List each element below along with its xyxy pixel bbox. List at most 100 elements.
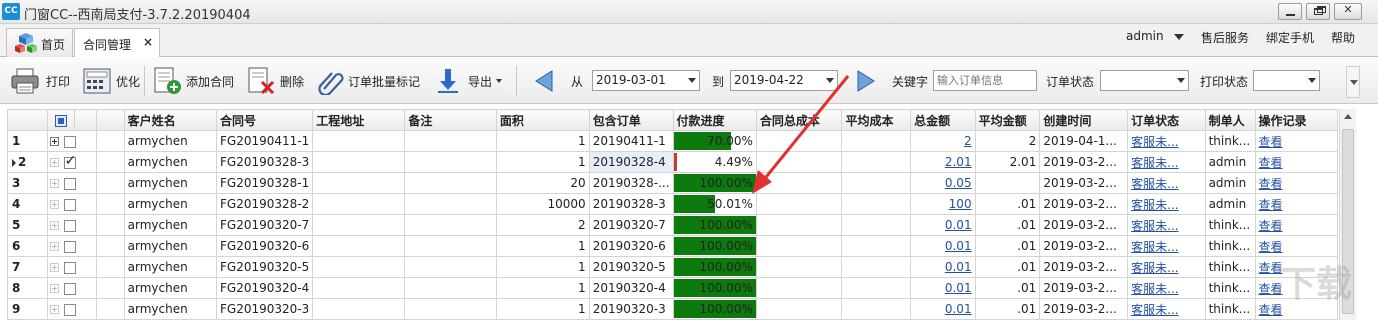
- cell-status[interactable]: 客服未...: [1127, 235, 1206, 257]
- cell-total-amount-link[interactable]: 100: [949, 197, 972, 211]
- cell-log-link[interactable]: 查看: [1259, 177, 1283, 191]
- delete-button[interactable]: 删除: [246, 58, 306, 104]
- cell-status[interactable]: 客服未...: [1127, 172, 1206, 194]
- cell-status[interactable]: 客服未...: [1127, 130, 1206, 152]
- prev-arrow-icon[interactable]: [534, 70, 554, 92]
- cell-status[interactable]: 客服未...: [1127, 151, 1206, 173]
- batch-mark-button[interactable]: 订单批量标记: [316, 58, 426, 104]
- row-expander-cell[interactable]: [46, 235, 98, 257]
- expand-icon[interactable]: [49, 200, 59, 209]
- col-header-avg-cost[interactable]: 平均成本: [841, 109, 912, 131]
- cell-total-amount-link[interactable]: 0.01: [945, 260, 972, 274]
- cell-total-amount-link[interactable]: 0.01: [945, 302, 972, 316]
- export-button[interactable]: 导出: [434, 58, 508, 104]
- expand-icon[interactable]: [49, 221, 59, 230]
- table-row[interactable]: 6 armychen FG20190320-6 1 20190320-6 100.00% 0…: [7, 235, 1338, 257]
- col-header-address[interactable]: 工程地址: [312, 109, 406, 131]
- cell-total-amount[interactable]: 0.05: [910, 172, 976, 194]
- cell-log-link[interactable]: 查看: [1259, 303, 1283, 317]
- table-row[interactable]: 9 armychen FG20190320-3 1 20190320-3 100.00% 0…: [7, 298, 1338, 320]
- order-status-select[interactable]: [1100, 70, 1189, 91]
- row-checkbox[interactable]: [63, 219, 76, 232]
- cell-total-amount[interactable]: 100: [910, 193, 976, 215]
- cell-total-amount-link[interactable]: 0.01: [945, 239, 972, 253]
- expand-icon[interactable]: [49, 242, 59, 251]
- print-status-select[interactable]: [1253, 70, 1320, 91]
- optimize-button[interactable]: 优化: [82, 58, 142, 104]
- row-checkbox[interactable]: [63, 198, 76, 211]
- cell-log-link[interactable]: 查看: [1259, 135, 1283, 149]
- cell-total-amount-link[interactable]: 0.01: [945, 218, 972, 232]
- row-checkbox[interactable]: [63, 240, 76, 253]
- next-arrow-icon[interactable]: [856, 70, 876, 92]
- expand-icon[interactable]: [49, 284, 59, 293]
- scroll-up-icon[interactable]: [1344, 114, 1352, 119]
- cell-status[interactable]: 客服未...: [1127, 214, 1206, 236]
- table-row[interactable]: 7 armychen FG20190320-5 1 20190320-5 100.00% 0…: [7, 256, 1338, 278]
- cell-total-amount-link[interactable]: 2: [964, 134, 972, 148]
- print-button[interactable]: 打印: [10, 58, 72, 104]
- cell-total-amount-link[interactable]: 0.01: [945, 281, 972, 295]
- expand-icon[interactable]: [49, 158, 59, 167]
- select-all-checkbox[interactable]: [54, 114, 67, 127]
- col-header-maker[interactable]: 制单人: [1204, 109, 1256, 131]
- row-checkbox[interactable]: [63, 135, 76, 148]
- cell-log[interactable]: 查看: [1254, 235, 1338, 257]
- cell-log[interactable]: 查看: [1254, 172, 1338, 194]
- bind-phone-link[interactable]: 绑定手机: [1266, 29, 1314, 46]
- from-date-picker[interactable]: 2019-03-01: [592, 70, 700, 91]
- cell-total-amount[interactable]: 0.01: [910, 298, 976, 320]
- tab-close-icon[interactable]: ×: [143, 35, 153, 49]
- cell-total-amount-link[interactable]: 2.01: [945, 155, 972, 169]
- add-contract-button[interactable]: 添加合同: [152, 58, 236, 104]
- cell-log-link[interactable]: 查看: [1259, 156, 1283, 170]
- user-menu[interactable]: admin: [1126, 29, 1184, 43]
- cell-status-link[interactable]: 客服未...: [1131, 240, 1178, 254]
- cell-log-link[interactable]: 查看: [1259, 261, 1283, 275]
- cell-total-amount-link[interactable]: 0.05: [945, 176, 972, 190]
- col-header-note[interactable]: 备注: [404, 109, 497, 131]
- tab-contract-management[interactable]: 合同管理 ×: [74, 28, 160, 57]
- table-row[interactable]: 5 armychen FG20190320-7 2 20190320-7 100.00% 0…: [7, 214, 1338, 236]
- row-expander-cell[interactable]: [46, 298, 98, 320]
- help-link[interactable]: 帮助: [1331, 29, 1355, 46]
- row-checkbox[interactable]: [63, 303, 76, 316]
- cell-status-link[interactable]: 客服未...: [1131, 177, 1178, 191]
- row-expander-cell[interactable]: [46, 193, 98, 215]
- row-expander-cell[interactable]: [46, 277, 98, 299]
- col-header-orders[interactable]: 包含订单: [588, 109, 674, 131]
- row-expander-cell[interactable]: [46, 214, 98, 236]
- row-expander-cell[interactable]: [46, 130, 98, 152]
- cell-log[interactable]: 查看: [1254, 130, 1338, 152]
- cell-log-link[interactable]: 查看: [1259, 282, 1283, 296]
- row-checkbox[interactable]: [63, 261, 76, 274]
- cell-status[interactable]: 客服未...: [1127, 193, 1206, 215]
- maximize-button[interactable]: [1306, 3, 1330, 20]
- cell-total-amount[interactable]: 0.01: [910, 256, 976, 278]
- keyword-input[interactable]: [933, 70, 1037, 91]
- row-checkbox[interactable]: [63, 177, 76, 190]
- row-checkbox[interactable]: [63, 153, 76, 169]
- cell-status[interactable]: 客服未...: [1127, 256, 1206, 278]
- expand-icon[interactable]: [49, 305, 59, 314]
- col-header-log[interactable]: 操作记录: [1254, 109, 1338, 131]
- header-select-all[interactable]: [46, 109, 76, 131]
- col-header-avg-amount[interactable]: 平均金额: [974, 109, 1041, 131]
- cell-status-link[interactable]: 客服未...: [1131, 156, 1178, 170]
- table-row[interactable]: 2 armychenFG20190328-3 120190328-4 4.49% 2.0…: [7, 151, 1338, 173]
- col-header-contract-no[interactable]: 合同号: [215, 109, 314, 131]
- close-window-button[interactable]: ✕: [1334, 3, 1362, 20]
- cell-log[interactable]: 查看: [1254, 214, 1338, 236]
- to-date-picker[interactable]: 2019-04-22: [730, 70, 838, 91]
- cell-log-link[interactable]: 查看: [1259, 219, 1283, 233]
- cell-total-amount[interactable]: 0.01: [910, 277, 976, 299]
- row-expander-cell[interactable]: [46, 172, 98, 194]
- table-row[interactable]: 8 armychen FG20190320-4 1 20190320-4 100.00% 0…: [7, 277, 1338, 299]
- toolbar-overflow-button[interactable]: [1346, 66, 1360, 98]
- col-header-created[interactable]: 创建时间: [1039, 109, 1129, 131]
- table-row[interactable]: 3 armychen FG20190328-1 20 20190328-... 100.0…: [7, 172, 1338, 194]
- expand-icon[interactable]: [49, 179, 59, 188]
- table-row[interactable]: 1 armychen FG20190411-1 1 20190411-1 70.00% 2 2…: [7, 130, 1338, 152]
- cell-log[interactable]: 查看: [1254, 193, 1338, 215]
- row-checkbox[interactable]: [63, 282, 76, 295]
